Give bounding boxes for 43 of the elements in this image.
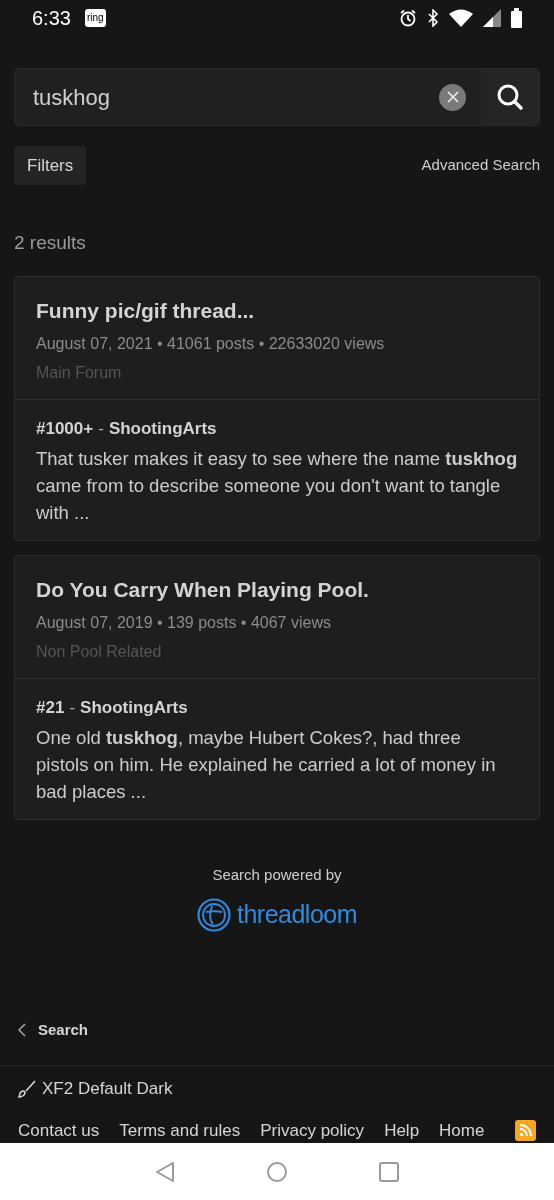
close-icon	[446, 91, 459, 104]
thread-title[interactable]: Funny pic/gif thread...	[36, 294, 518, 327]
search-icon	[496, 83, 524, 112]
result-count: 2 results	[14, 231, 87, 256]
post-number: #21	[36, 698, 65, 718]
advanced-search-link[interactable]: Advanced Search	[421, 154, 540, 177]
logo-icon	[196, 897, 231, 932]
threadloom-logo[interactable]: threadloom	[196, 896, 358, 934]
paintbrush-icon	[18, 1079, 36, 1098]
signal-icon	[483, 8, 501, 27]
style-chooser-link[interactable]: XF2 Default Dark	[42, 1076, 173, 1102]
separator: -	[69, 698, 76, 718]
footer-link[interactable]: Privacy policy	[260, 1117, 365, 1144]
clear-button[interactable]	[439, 83, 466, 111]
post-snippet: One old tuskhog, maybe Hubert Cokes?, had three pistols on him. He explained he carried a lot of money in bad places ...	[36, 725, 497, 804]
thread-title[interactable]: Do You Carry When Playing Pool.	[36, 573, 518, 606]
wifi-icon	[449, 8, 473, 27]
alarm-icon	[399, 8, 417, 27]
recents-icon[interactable]	[378, 1160, 400, 1183]
author-link[interactable]: ShootingArts	[80, 698, 188, 718]
battery-icon	[511, 7, 522, 28]
search-field[interactable]: tuskhog	[14, 68, 540, 127]
chevron-left-icon	[18, 1022, 26, 1037]
footer-link[interactable]: Contact us	[18, 1117, 100, 1144]
powered-by-text: Search powered by	[212, 864, 342, 885]
app-badge: ring	[84, 8, 106, 27]
post-number: #1000+	[36, 419, 94, 439]
footer-link[interactable]: Terms and rules	[119, 1117, 241, 1144]
filters-button[interactable]: Filters	[14, 146, 87, 186]
status-time: 6:33	[32, 5, 71, 31]
footer-link[interactable]: Help	[384, 1117, 420, 1144]
search-button[interactable]	[481, 69, 539, 126]
breadcrumb-link[interactable]: Search	[38, 1018, 89, 1042]
thread-meta: August 07, 2019 • 139 posts • 4067 views	[36, 613, 332, 634]
footer-link[interactable]: Home	[439, 1117, 485, 1144]
thread-meta: August 07, 2021 • 41061 posts • 22633020 views	[36, 334, 386, 355]
separator: -	[98, 419, 104, 439]
back-icon[interactable]	[154, 1160, 176, 1183]
home-icon[interactable]	[266, 1160, 288, 1183]
post-snippet: That tusker makes it easy to see where the name tuskhog came from to describe someone you don't want to tangle with ...	[36, 446, 518, 525]
rss-icon[interactable]	[515, 1119, 536, 1141]
author-link[interactable]: ShootingArts	[108, 419, 217, 439]
bluetooth-icon	[427, 8, 439, 27]
